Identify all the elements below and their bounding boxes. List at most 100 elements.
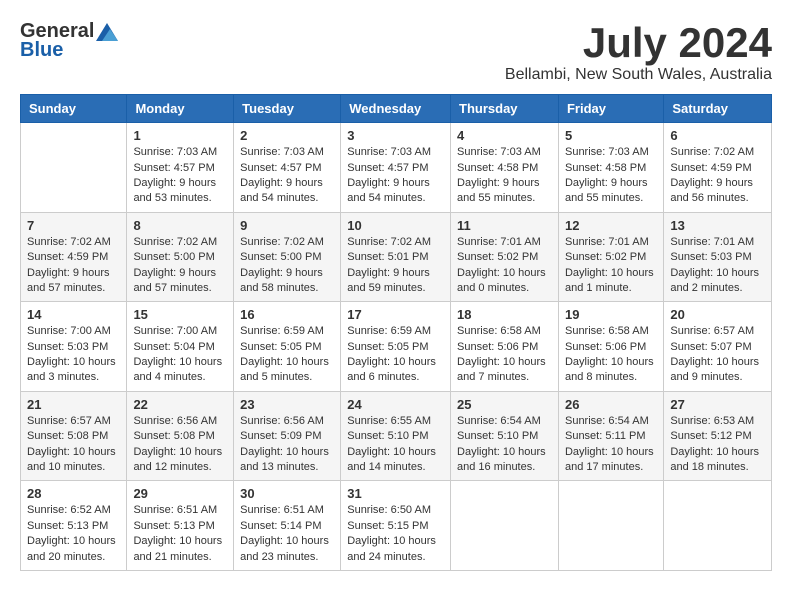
- weekday-header-thursday: Thursday: [451, 95, 559, 123]
- day-number: 21: [27, 397, 120, 412]
- calendar-cell: 6 Sunrise: 7:02 AM Sunset: 4:59 PM Daylig…: [664, 123, 772, 213]
- calendar-cell: [21, 123, 127, 213]
- day-info: Sunrise: 7:01 AM Sunset: 5:02 PM Dayligh…: [565, 235, 657, 297]
- day-info: Sunrise: 6:53 AM Sunset: 5:12 PM Dayligh…: [670, 414, 765, 476]
- day-info: Sunrise: 6:58 AM Sunset: 5:06 PM Dayligh…: [565, 324, 657, 386]
- day-info: Sunrise: 7:03 AM Sunset: 4:57 PM Dayligh…: [240, 145, 334, 207]
- day-number: 1: [133, 128, 227, 143]
- calendar-cell: 18 Sunrise: 6:58 AM Sunset: 5:06 PM Dayli…: [451, 302, 559, 392]
- day-number: 19: [565, 307, 657, 322]
- day-info: Sunrise: 6:54 AM Sunset: 5:10 PM Dayligh…: [457, 414, 552, 476]
- calendar-cell: 13 Sunrise: 7:01 AM Sunset: 5:03 PM Dayli…: [664, 212, 772, 302]
- day-info: Sunrise: 6:59 AM Sunset: 5:05 PM Dayligh…: [347, 324, 444, 386]
- calendar-cell: 4 Sunrise: 7:03 AM Sunset: 4:58 PM Daylig…: [451, 123, 559, 213]
- day-number: 22: [133, 397, 227, 412]
- day-number: 15: [133, 307, 227, 322]
- day-number: 9: [240, 218, 334, 233]
- day-info: Sunrise: 6:50 AM Sunset: 5:15 PM Dayligh…: [347, 503, 444, 565]
- day-number: 7: [27, 218, 120, 233]
- day-number: 2: [240, 128, 334, 143]
- day-number: 8: [133, 218, 227, 233]
- day-info: Sunrise: 6:58 AM Sunset: 5:06 PM Dayligh…: [457, 324, 552, 386]
- title-block: July 2024 Bellambi, New South Wales, Aus…: [505, 20, 772, 84]
- calendar-cell: 15 Sunrise: 7:00 AM Sunset: 5:04 PM Dayli…: [127, 302, 234, 392]
- day-info: Sunrise: 6:54 AM Sunset: 5:11 PM Dayligh…: [565, 414, 657, 476]
- calendar-cell: 21 Sunrise: 6:57 AM Sunset: 5:08 PM Dayli…: [21, 391, 127, 481]
- day-info: Sunrise: 7:02 AM Sunset: 5:00 PM Dayligh…: [240, 235, 334, 297]
- calendar-cell: [558, 481, 663, 571]
- day-info: Sunrise: 6:52 AM Sunset: 5:13 PM Dayligh…: [27, 503, 120, 565]
- calendar-cell: 25 Sunrise: 6:54 AM Sunset: 5:10 PM Dayli…: [451, 391, 559, 481]
- page-header: General Blue July 2024 Bellambi, New Sou…: [20, 20, 772, 84]
- day-info: Sunrise: 7:01 AM Sunset: 5:02 PM Dayligh…: [457, 235, 552, 297]
- calendar-cell: [664, 481, 772, 571]
- calendar-cell: 3 Sunrise: 7:03 AM Sunset: 4:57 PM Daylig…: [341, 123, 451, 213]
- day-number: 11: [457, 218, 552, 233]
- calendar-cell: 16 Sunrise: 6:59 AM Sunset: 5:05 PM Dayli…: [234, 302, 341, 392]
- day-number: 13: [670, 218, 765, 233]
- day-number: 16: [240, 307, 334, 322]
- day-info: Sunrise: 6:55 AM Sunset: 5:10 PM Dayligh…: [347, 414, 444, 476]
- calendar-cell: 12 Sunrise: 7:01 AM Sunset: 5:02 PM Dayli…: [558, 212, 663, 302]
- day-number: 31: [347, 486, 444, 501]
- calendar-cell: 27Sunrise: 6:53 AM Sunset: 5:12 PM Dayli…: [664, 391, 772, 481]
- calendar-cell: 11 Sunrise: 7:01 AM Sunset: 5:02 PM Dayli…: [451, 212, 559, 302]
- month-title: July 2024: [505, 20, 772, 66]
- day-number: 12: [565, 218, 657, 233]
- calendar-cell: [451, 481, 559, 571]
- calendar-cell: 7 Sunrise: 7:02 AM Sunset: 4:59 PM Daylig…: [21, 212, 127, 302]
- day-number: 29: [133, 486, 227, 501]
- calendar-cell: 19 Sunrise: 6:58 AM Sunset: 5:06 PM Dayli…: [558, 302, 663, 392]
- day-info: Sunrise: 6:57 AM Sunset: 5:07 PM Dayligh…: [670, 324, 765, 386]
- calendar-cell: 29 Sunrise: 6:51 AM Sunset: 5:13 PM Dayli…: [127, 481, 234, 571]
- day-info: Sunrise: 7:02 AM Sunset: 5:00 PM Dayligh…: [133, 235, 227, 297]
- weekday-header-monday: Monday: [127, 95, 234, 123]
- calendar-cell: 31 Sunrise: 6:50 AM Sunset: 5:15 PM Dayli…: [341, 481, 451, 571]
- day-number: 17: [347, 307, 444, 322]
- location-title: Bellambi, New South Wales, Australia: [505, 66, 772, 84]
- day-number: 18: [457, 307, 552, 322]
- day-number: 25: [457, 397, 552, 412]
- day-info: Sunrise: 6:56 AM Sunset: 5:09 PM Dayligh…: [240, 414, 334, 476]
- day-info: Sunrise: 6:57 AM Sunset: 5:08 PM Dayligh…: [27, 414, 120, 476]
- day-number: 3: [347, 128, 444, 143]
- logo-blue-text: Blue: [20, 39, 63, 62]
- weekday-header-saturday: Saturday: [664, 95, 772, 123]
- day-number: 26: [565, 397, 657, 412]
- day-number: 24: [347, 397, 444, 412]
- day-info: Sunrise: 7:03 AM Sunset: 4:57 PM Dayligh…: [133, 145, 227, 207]
- calendar-cell: 5Sunrise: 7:03 AM Sunset: 4:58 PM Daylig…: [558, 123, 663, 213]
- day-number: 5: [565, 128, 657, 143]
- calendar-cell: 8 Sunrise: 7:02 AM Sunset: 5:00 PM Daylig…: [127, 212, 234, 302]
- logo-icon: [96, 23, 118, 41]
- calendar-cell: 24 Sunrise: 6:55 AM Sunset: 5:10 PM Dayli…: [341, 391, 451, 481]
- calendar-cell: 30Sunrise: 6:51 AM Sunset: 5:14 PM Dayli…: [234, 481, 341, 571]
- day-number: 6: [670, 128, 765, 143]
- logo: General Blue: [20, 20, 118, 62]
- day-info: Sunrise: 6:51 AM Sunset: 5:13 PM Dayligh…: [133, 503, 227, 565]
- weekday-header-wednesday: Wednesday: [341, 95, 451, 123]
- calendar-cell: 14Sunrise: 7:00 AM Sunset: 5:03 PM Dayli…: [21, 302, 127, 392]
- day-info: Sunrise: 7:02 AM Sunset: 4:59 PM Dayligh…: [27, 235, 120, 297]
- calendar-cell: 1 Sunrise: 7:03 AM Sunset: 4:57 PM Daylig…: [127, 123, 234, 213]
- day-info: Sunrise: 6:51 AM Sunset: 5:14 PM Dayligh…: [240, 503, 334, 565]
- calendar-cell: 10 Sunrise: 7:02 AM Sunset: 5:01 PM Dayli…: [341, 212, 451, 302]
- day-number: 28: [27, 486, 120, 501]
- day-info: Sunrise: 7:00 AM Sunset: 5:03 PM Dayligh…: [27, 324, 120, 386]
- day-info: Sunrise: 6:56 AM Sunset: 5:08 PM Dayligh…: [133, 414, 227, 476]
- calendar-cell: 9 Sunrise: 7:02 AM Sunset: 5:00 PM Daylig…: [234, 212, 341, 302]
- day-info: Sunrise: 7:03 AM Sunset: 4:57 PM Dayligh…: [347, 145, 444, 207]
- weekday-header-friday: Friday: [558, 95, 663, 123]
- day-number: 4: [457, 128, 552, 143]
- calendar-cell: 26 Sunrise: 6:54 AM Sunset: 5:11 PM Dayli…: [558, 391, 663, 481]
- day-number: 23: [240, 397, 334, 412]
- calendar-cell: 23 Sunrise: 6:56 AM Sunset: 5:09 PM Dayli…: [234, 391, 341, 481]
- day-info: Sunrise: 7:01 AM Sunset: 5:03 PM Dayligh…: [670, 235, 765, 297]
- day-info: Sunrise: 7:00 AM Sunset: 5:04 PM Dayligh…: [133, 324, 227, 386]
- day-number: 10: [347, 218, 444, 233]
- day-info: Sunrise: 7:03 AM Sunset: 4:58 PM Dayligh…: [457, 145, 552, 207]
- day-info: Sunrise: 6:59 AM Sunset: 5:05 PM Dayligh…: [240, 324, 334, 386]
- day-info: Sunrise: 7:02 AM Sunset: 4:59 PM Dayligh…: [670, 145, 765, 207]
- calendar-cell: 22 Sunrise: 6:56 AM Sunset: 5:08 PM Dayli…: [127, 391, 234, 481]
- day-info: Sunrise: 7:02 AM Sunset: 5:01 PM Dayligh…: [347, 235, 444, 297]
